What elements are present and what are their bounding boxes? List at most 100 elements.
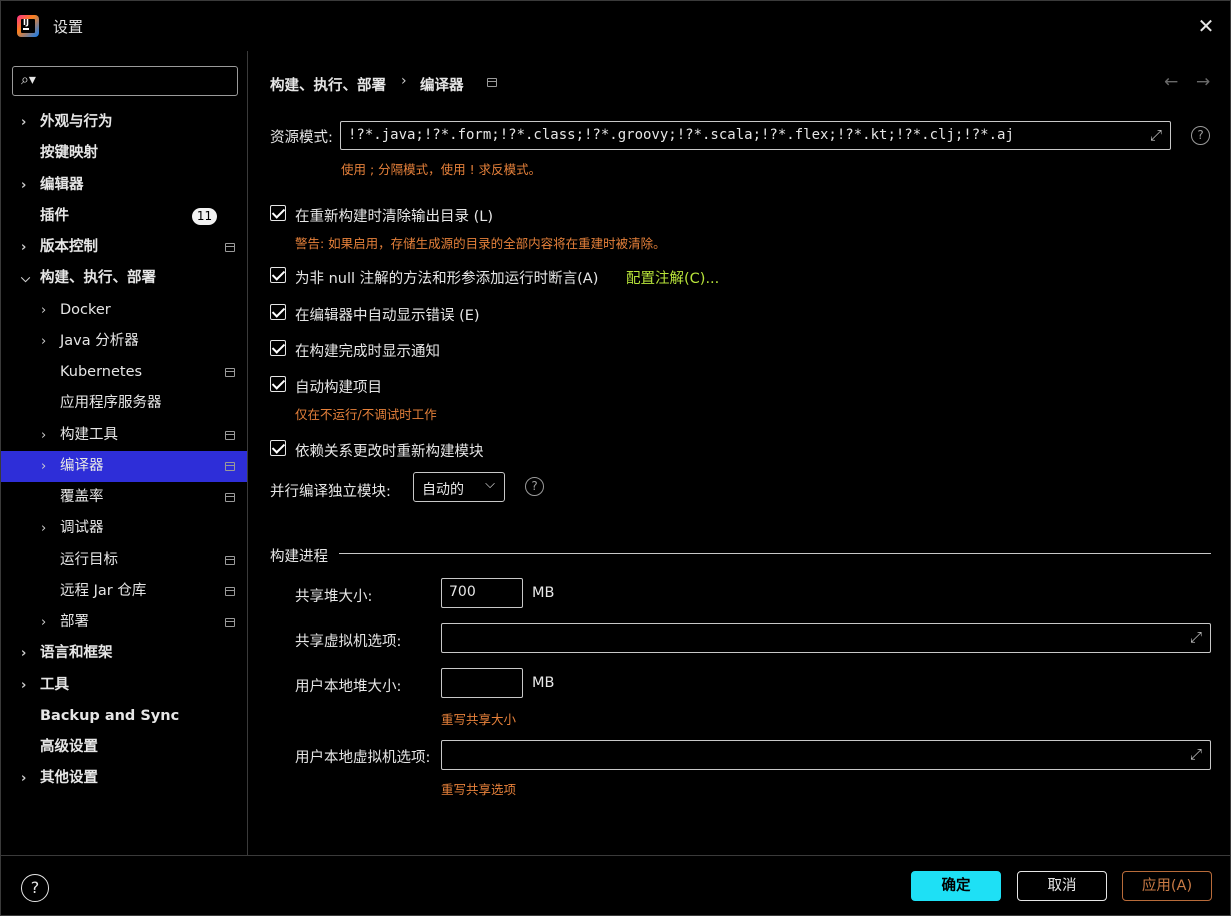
forward-arrow-icon[interactable]: → — [1196, 72, 1210, 92]
sidebar-item-label: 构建、执行、部署 — [40, 270, 156, 287]
chevron-right-icon[interactable]: › — [21, 107, 26, 138]
chevron-right-icon[interactable]: › — [21, 232, 26, 263]
sidebar-item[interactable]: › 语言和框架 — [1, 638, 247, 669]
help-button[interactable]: ? — [21, 874, 49, 902]
sidebar-item-label: 按键映射 — [40, 145, 98, 162]
update-count-badge: 11 — [192, 207, 217, 225]
expand-icon[interactable]: ⤢ — [1190, 745, 1202, 763]
sidebar-item[interactable]: 高级设置 — [1, 732, 247, 763]
close-button[interactable]: ✕ — [1194, 14, 1218, 38]
ok-button[interactable]: 确定 — [911, 871, 1001, 901]
settings-tree: › 外观与行为 按键映射 › 编辑器 插件 11 › 版本控制 ⌵ 构建、执行、部署 › Docker ›… — [1, 107, 247, 795]
breadcrumb-parent[interactable]: 构建、执行、部署 — [270, 74, 386, 95]
sidebar-item[interactable]: › 其他设置 — [1, 763, 247, 794]
search-input[interactable] — [53, 71, 233, 91]
chevron-right-icon[interactable]: › — [21, 670, 26, 701]
auto-build-checkbox[interactable] — [270, 376, 286, 392]
sidebar-item[interactable]: › 调试器 — [1, 513, 247, 544]
parallel-compile-select[interactable]: 自动的 ⌵ — [413, 472, 505, 502]
project-scope-icon — [225, 493, 235, 502]
sidebar-item-label: 其他设置 — [40, 770, 98, 787]
clear-output-label[interactable]: 在重新构建时清除输出目录 (L) — [295, 205, 493, 226]
sidebar-item-label: 运行目标 — [60, 551, 118, 568]
rebuild-on-deps-label[interactable]: 依赖关系更改时重新构建模块 — [295, 440, 484, 461]
sidebar-item[interactable]: › 编译器 — [1, 450, 247, 482]
help-icon[interactable]: ? — [1191, 126, 1210, 145]
parallel-compile-value: 自动的 — [422, 482, 464, 498]
content-panel: 构建、执行、部署 › 编译器 ← → 资源模式: !?*.java;!?*.fo… — [249, 51, 1230, 855]
sidebar: ⌕▾ › 外观与行为 按键映射 › 编辑器 插件 11 › 版本控制 ⌵ 构建、执行、部署 › Dock… — [1, 51, 248, 855]
sidebar-item[interactable]: › Java 分析器 — [1, 326, 247, 357]
project-scope-icon — [487, 78, 497, 87]
chevron-right-icon[interactable]: › — [41, 420, 46, 451]
auto-show-errors-label[interactable]: 在编辑器中自动显示错误 (E) — [295, 304, 480, 325]
sidebar-item[interactable]: 应用程序服务器 — [1, 388, 247, 419]
user-vm-input[interactable]: ⤢ — [441, 740, 1211, 770]
chevron-right-icon[interactable]: › — [41, 326, 46, 357]
shared-heap-unit: MB — [532, 585, 555, 601]
shared-heap-value: 700 — [449, 584, 476, 600]
not-null-assertions-checkbox[interactable] — [270, 267, 286, 283]
user-vm-label: 用户本地虚拟机选项: — [295, 750, 431, 766]
title-bar: IJ 设置 ✕ — [1, 1, 1230, 51]
parallel-help-icon[interactable]: ? — [525, 477, 544, 496]
project-scope-icon — [225, 430, 235, 440]
shared-vm-input[interactable]: ⤢ — [441, 623, 1211, 653]
chevron-right-icon[interactable]: › — [21, 170, 26, 201]
sidebar-item-label: Java 分析器 — [60, 332, 139, 349]
sidebar-item[interactable]: 远程 Jar 仓库 — [1, 576, 247, 607]
sidebar-item[interactable]: 运行目标 — [1, 545, 247, 576]
app-logo-icon: IJ — [17, 15, 39, 37]
show-notification-checkbox[interactable] — [270, 340, 286, 356]
sidebar-item[interactable]: › 工具 — [1, 670, 247, 701]
auto-build-hint: 仅在不运行/不调试时工作 — [295, 407, 437, 422]
apply-button[interactable]: 应用(A) — [1122, 871, 1212, 901]
shared-heap-label: 共享堆大小: — [295, 589, 373, 605]
clear-output-warning: 警告: 如果启用，存储生成源的目录的全部内容将在重建时被清除。 — [295, 236, 666, 251]
chevron-right-icon[interactable]: › — [41, 607, 46, 638]
sidebar-item[interactable]: › 部署 — [1, 607, 247, 638]
sidebar-item-label: 版本控制 — [40, 239, 98, 255]
shared-heap-input[interactable]: 700 — [441, 578, 523, 608]
cancel-button[interactable]: 取消 — [1017, 871, 1107, 901]
sidebar-item[interactable]: › 外观与行为 — [1, 107, 247, 138]
not-null-assertions-label[interactable]: 为非 null 注解的方法和形参添加运行时断言(A) — [295, 267, 598, 288]
chevron-down-icon[interactable]: ⌵ — [21, 263, 30, 294]
back-arrow-icon[interactable]: ← — [1164, 72, 1178, 92]
configure-annotations-link[interactable]: 配置注解(C)... — [626, 267, 719, 288]
show-notification-label[interactable]: 在构建完成时显示通知 — [295, 340, 440, 361]
sidebar-item-label: 部署 — [60, 614, 89, 630]
user-heap-input[interactable] — [441, 668, 523, 698]
resource-patterns-hint: 使用 ; 分隔模式，使用 ! 求反模式。 — [341, 162, 542, 177]
user-heap-unit: MB — [532, 675, 555, 691]
rebuild-on-deps-checkbox[interactable] — [270, 440, 286, 456]
sidebar-item[interactable]: Kubernetes — [1, 357, 247, 388]
chevron-right-icon[interactable]: › — [41, 451, 46, 482]
resource-patterns-value: !?*.java;!?*.form;!?*.class;!?*.groovy;!… — [348, 127, 1014, 143]
expand-icon[interactable]: ⤢ — [1150, 126, 1162, 144]
chevron-right-icon[interactable]: › — [41, 295, 46, 326]
sidebar-item[interactable]: › Docker — [1, 295, 247, 326]
sidebar-item[interactable]: › 构建工具 — [1, 420, 247, 451]
sidebar-item[interactable]: Backup and Sync — [1, 701, 247, 732]
expand-icon[interactable]: ⤢ — [1190, 628, 1202, 646]
project-scope-icon — [225, 586, 235, 596]
sidebar-item[interactable]: ⌵ 构建、执行、部署 — [1, 263, 247, 294]
clear-output-checkbox[interactable] — [270, 205, 286, 221]
chevron-right-icon[interactable]: › — [41, 513, 46, 544]
auto-build-label[interactable]: 自动构建项目 — [295, 376, 382, 397]
project-scope-icon — [225, 555, 235, 565]
search-box[interactable]: ⌕▾ — [12, 66, 238, 96]
sidebar-item[interactable]: 覆盖率 — [1, 482, 247, 513]
auto-show-errors-checkbox[interactable] — [270, 304, 286, 320]
chevron-right-icon[interactable]: › — [21, 763, 26, 794]
resource-patterns-field[interactable]: !?*.java;!?*.form;!?*.class;!?*.groovy;!… — [340, 121, 1171, 150]
user-heap-label: 用户本地堆大小: — [295, 679, 402, 695]
sidebar-item[interactable]: 按键映射 — [1, 138, 247, 169]
chevron-right-icon[interactable]: › — [21, 638, 26, 669]
sidebar-item-label: 高级设置 — [40, 739, 98, 755]
sidebar-item[interactable]: › 编辑器 — [1, 170, 247, 201]
sidebar-item-label: 应用程序服务器 — [60, 395, 162, 412]
sidebar-item[interactable]: › 版本控制 — [1, 232, 247, 263]
sidebar-item[interactable]: 插件 11 — [1, 201, 247, 232]
